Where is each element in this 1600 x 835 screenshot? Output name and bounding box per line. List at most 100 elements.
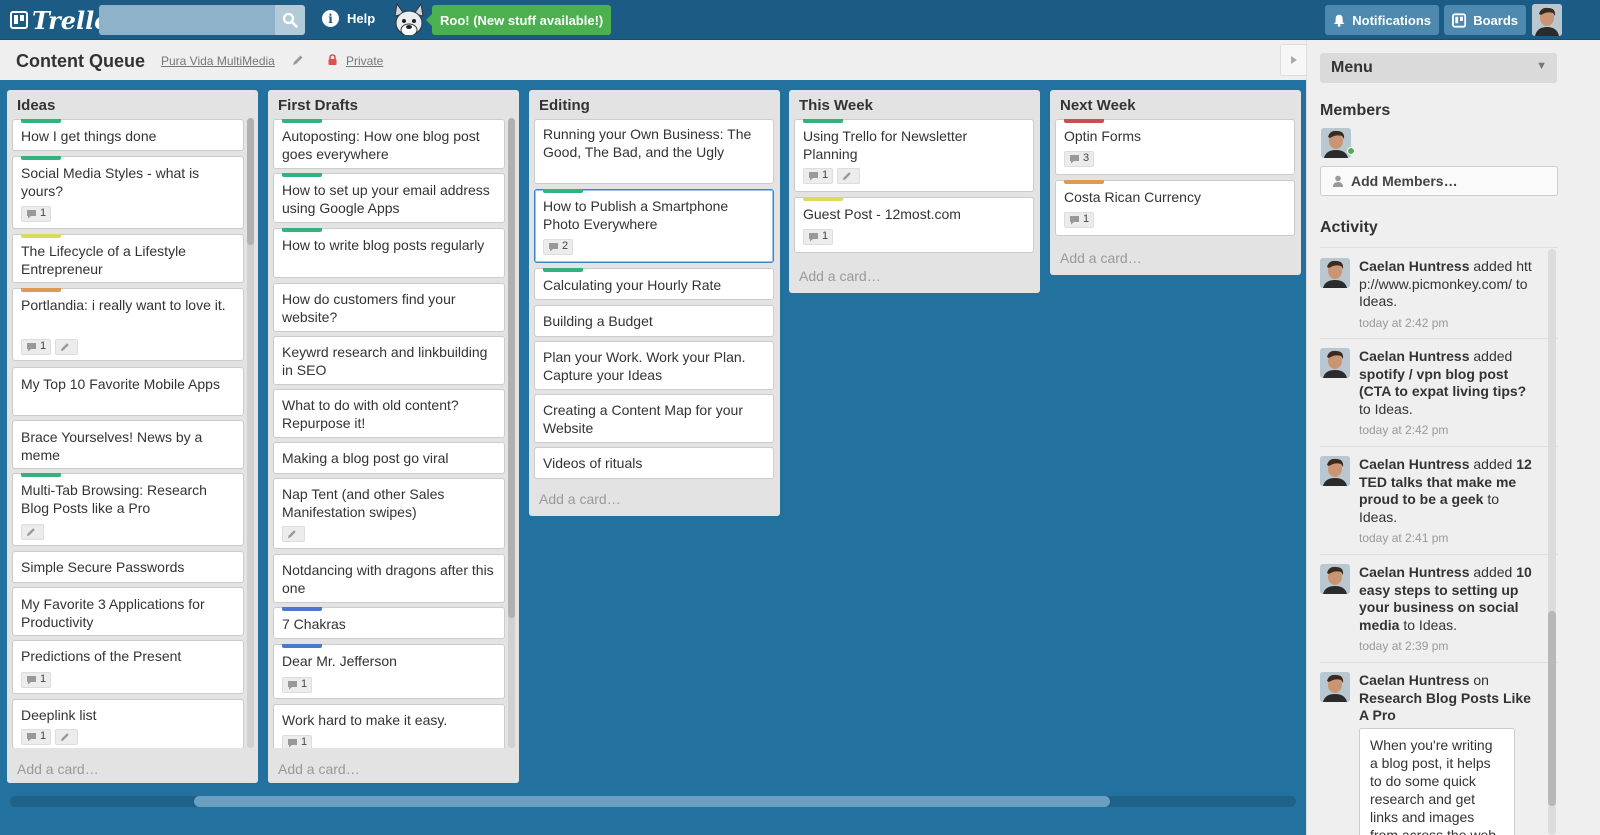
card[interactable]: Autoposting: How one blog post goes ever… [273,119,505,169]
activity-user[interactable]: Caelan Huntress [1359,672,1469,688]
card[interactable]: Guest Post - 12most.com 1 [794,197,1034,253]
activity-avatar[interactable] [1320,564,1350,594]
notifications-button[interactable]: Notifications [1325,5,1439,35]
trello-logo[interactable]: Trello [10,6,110,35]
menu-dropdown[interactable]: Menu ▼ [1320,53,1557,83]
activity-time[interactable]: today at 2:42 pm [1359,315,1535,331]
card[interactable]: How I get things done [12,119,244,151]
list-title[interactable]: Ideas [17,97,55,114]
card-label [543,268,583,272]
search-button[interactable] [275,5,305,35]
card[interactable]: Creating a Content Map for your Website [534,394,774,443]
activity-avatar[interactable] [1320,258,1350,288]
activity-user[interactable]: Caelan Huntress [1359,348,1469,364]
boards-label: Boards [1473,12,1518,28]
boards-button[interactable]: Boards [1444,5,1526,35]
comment-icon [1070,216,1079,225]
add-card-link[interactable]: Add a card… [278,761,360,777]
scrollbar-thumb[interactable] [1548,611,1556,806]
list-title[interactable]: Next Week [1060,97,1136,114]
help-label: Help [347,11,376,26]
activity-object[interactable]: spotify / vpn blog post (CTA to expat li… [1359,366,1526,400]
activity-avatar[interactable] [1320,672,1350,702]
card[interactable]: Dear Mr. Jefferson 1 [273,644,505,699]
activity-user[interactable]: Caelan Huntress [1359,258,1469,274]
card[interactable]: Using Trello for Newsletter Planning 1 [794,119,1034,192]
sidebar-toggle-button[interactable] [1280,44,1306,76]
activity-item: Caelan Huntress added http://www.picmonk… [1320,258,1558,338]
card-title: Calculating your Hourly Rate [543,277,722,293]
taco-mascot-icon[interactable] [391,2,427,40]
activity-user[interactable]: Caelan Huntress [1359,564,1469,580]
card[interactable]: 7 Chakras [273,607,505,639]
activity-time[interactable]: today at 2:39 pm [1359,638,1535,654]
list-title[interactable]: First Drafts [278,97,358,114]
lock-icon [328,54,337,65]
user-avatar[interactable] [1532,4,1562,36]
card[interactable]: Social Media Styles - what is yours? 1 [12,156,244,229]
activity-object[interactable]: Research Blog Posts Like A Pro [1359,690,1531,724]
card[interactable]: Keywrd research and linkbuilding in SEO [273,336,505,385]
activity-time[interactable]: today at 2:42 pm [1359,422,1535,438]
card[interactable]: What to do with old content? Repurpose i… [273,389,505,438]
card[interactable]: The Lifecycle of a Lifestyle Entrepreneu… [12,234,244,283]
card[interactable]: Brace Yourselves! News by a meme [12,420,244,469]
card[interactable]: Plan your Work. Work your Plan. Capture … [534,341,774,390]
scrollbar-thumb[interactable] [194,796,1110,807]
add-members-button[interactable]: Add Members… [1320,166,1558,196]
card-title: My Top 10 Favorite Mobile Apps [21,376,220,392]
activity-avatar[interactable] [1320,456,1350,486]
activity-time[interactable]: today at 2:41 pm [1359,530,1535,546]
card[interactable]: Making a blog post go viral [273,442,505,474]
card[interactable]: Costa Rican Currency 1 [1055,180,1295,236]
activity-heading: Activity [1320,219,1378,236]
visibility-link[interactable]: Private [346,54,383,68]
member-avatar[interactable] [1321,128,1351,158]
organization-link[interactable]: Pura Vida MultiMedia [161,54,275,68]
card[interactable]: How do customers find your website? [273,283,505,332]
card-title: Dear Mr. Jefferson [282,653,397,669]
card[interactable]: Work hard to make it easy. 1 [273,704,505,754]
list-scrollbar[interactable] [247,118,254,748]
card[interactable]: How to Publish a Smartphone Photo Everyw… [534,189,774,263]
card[interactable]: Simple Secure Passwords [12,551,244,583]
list-title[interactable]: This Week [799,97,873,114]
card[interactable]: How to write blog posts regularly [273,228,505,278]
card[interactable]: Videos of rituals [534,447,774,479]
card-title: Work hard to make it easy. [282,712,448,728]
comment-icon [809,172,818,181]
comment-icon [27,676,36,685]
pencil-icon[interactable] [292,54,304,66]
card[interactable]: Running your Own Business: The Good, The… [534,119,774,184]
help-button[interactable]: i Help [322,10,375,27]
list-scrollbar[interactable] [508,118,515,748]
list-first-drafts: First Drafts Autoposting: How one blog p… [268,90,519,783]
search-input[interactable] [99,5,275,35]
card[interactable]: Notdancing with dragons after this one [273,554,505,603]
card[interactable]: My Favorite 3 Applications for Productiv… [12,587,244,636]
board-horizontal-scrollbar[interactable] [10,796,1296,807]
card[interactable]: Calculating your Hourly Rate [534,268,774,300]
add-card-link[interactable]: Add a card… [17,761,99,777]
card-label [282,644,322,648]
card[interactable]: Nap Tent (and other Sales Manifestation … [273,478,505,549]
board-title[interactable]: Content Queue [16,51,145,72]
card[interactable]: How to set up your email address using G… [273,173,505,223]
card[interactable]: Building a Budget [534,305,774,337]
new-stuff-badge[interactable]: Roo! (New stuff available!) [425,5,612,35]
add-card-link[interactable]: Add a card… [799,268,881,284]
card[interactable]: Deeplink list 1 [12,699,244,749]
activity-user[interactable]: Caelan Huntress [1359,456,1469,472]
activity-avatar[interactable] [1320,348,1350,378]
card[interactable]: Portlandia: i really want to love it. 1 [12,288,244,361]
list-title[interactable]: Editing [539,97,590,114]
activity-comment: When you're writing a blog post, it help… [1359,728,1515,835]
sidebar-scrollbar[interactable] [1548,249,1556,835]
add-card-link[interactable]: Add a card… [1060,250,1142,266]
add-card-link[interactable]: Add a card… [539,491,621,507]
card[interactable]: Multi-Tab Browsing: Research Blog Posts … [12,473,244,546]
card[interactable]: My Top 10 Favorite Mobile Apps [12,367,244,416]
card[interactable]: Predictions of the Present 1 [12,640,244,694]
card[interactable]: Optin Forms 3 [1055,119,1295,175]
card-badges: 1 [21,206,55,222]
